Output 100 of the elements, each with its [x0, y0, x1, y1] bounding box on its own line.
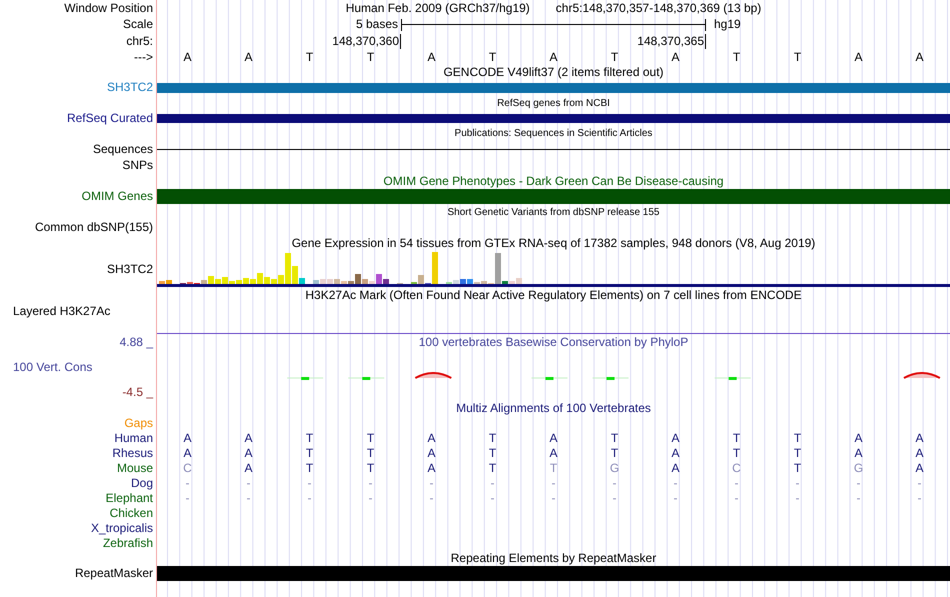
alignment-base: - — [490, 477, 496, 490]
alignment-base: A — [670, 447, 680, 460]
species-label: X_tropicalis — [90, 521, 153, 536]
track-caption: Publications: Sequences in Scientific Articles — [454, 127, 652, 141]
alignment-base: A — [670, 432, 680, 445]
alignment-base: - — [672, 492, 678, 505]
alignment-base: - — [428, 477, 434, 490]
alignment-base: T — [366, 462, 376, 475]
alignment-base: T — [488, 447, 498, 460]
species-label: Mouse — [116, 461, 153, 476]
track-caption: RefSeq genes from NCBI — [497, 96, 610, 110]
species-label: Zebrafish — [102, 536, 153, 551]
base-letter: A — [243, 50, 254, 64]
alignment-base: T — [792, 462, 802, 475]
assembly-title: Human Feb. 2009 (GRCh37/hg19) — [346, 0, 530, 16]
alignment-base: A — [670, 462, 680, 475]
track-label: Gaps — [124, 416, 153, 431]
alignment-base: - — [672, 477, 678, 490]
alignment-base: - — [550, 492, 556, 505]
base-letter: T — [732, 50, 742, 64]
scale-text: 5 bases — [356, 17, 399, 32]
alignment-base: A — [243, 462, 254, 475]
alignment-base: A — [182, 432, 192, 445]
alignment-base: T — [366, 432, 376, 445]
alignment-base: A — [182, 447, 192, 460]
alignment-base: T — [488, 432, 498, 445]
base-letter: A — [914, 50, 924, 64]
alignment-base: - — [550, 477, 556, 490]
alignment-base: C — [731, 462, 742, 475]
alignment-base: G — [608, 462, 620, 475]
alignment-base: T — [304, 447, 314, 460]
alignment-base: - — [916, 492, 922, 505]
coordinate-label: 148,370,360 — [332, 34, 401, 48]
alignment-base: A — [243, 432, 254, 445]
alignment-base: - — [428, 492, 434, 505]
strand-arrow: ---> — [134, 50, 153, 64]
alignment-base: T — [732, 447, 742, 460]
alignment-base: A — [853, 447, 864, 460]
track-caption: Multiz Alignments of 100 Vertebrates — [456, 401, 651, 416]
alignment-base: - — [856, 492, 862, 505]
alignment-base: T — [792, 432, 802, 445]
alignment-base: A — [914, 462, 924, 475]
species-label: Dog — [130, 476, 153, 491]
track-label[interactable]: SH3TC2 — [106, 80, 153, 95]
base-letter: A — [182, 50, 192, 64]
track-label[interactable]: OMIM Genes — [82, 189, 153, 204]
alignment-base: T — [732, 432, 742, 445]
alignment-base: A — [914, 432, 924, 445]
track-caption: H3K27Ac Mark (Often Found Near Active Regulatory Elements) on 7 cell lines from ENCODE — [305, 288, 802, 303]
alignment-base: - — [734, 492, 740, 505]
alignment-base: - — [246, 492, 252, 505]
base-letter: A — [426, 50, 436, 64]
track-caption: Short Genetic Variants from dbSNP release 155 — [448, 206, 660, 220]
alignment-base: T — [304, 432, 314, 445]
track-label: chr5: — [126, 34, 153, 48]
track-caption: Gene Expression in 54 tissues from GTEx RNA-seq of 17382 samples, 948 donors (V8, Aug 2019) — [292, 236, 816, 250]
species-label: Chicken — [110, 506, 153, 521]
track-caption: GENCODE V49lift37 (2 items filtered out) — [443, 65, 664, 80]
alignment-base: T — [304, 462, 314, 475]
base-letter: T — [304, 50, 314, 64]
base-letter: T — [610, 50, 620, 64]
alignment-base: - — [794, 492, 800, 505]
track-label: SH3TC2 — [106, 262, 153, 276]
track-label: Sequences — [92, 142, 153, 156]
track-label: RepeatMasker — [74, 566, 153, 581]
track-label: 100 Vert. Cons — [12, 360, 92, 375]
alignment-base: A — [853, 432, 864, 445]
alignment-base: T — [366, 447, 376, 460]
alignment-base: T — [610, 432, 620, 445]
alignment-base: - — [490, 492, 496, 505]
base-letter: A — [853, 50, 864, 64]
alignment-base: A — [426, 432, 436, 445]
coordinate-label: 148,370,365 — [637, 34, 706, 48]
alignment-base: T — [488, 462, 498, 475]
track-caption: 100 vertebrates Basewise Conservation by PhyloP — [418, 334, 688, 350]
axis-max-label: 4.88 _ — [120, 335, 153, 350]
track-label: Common dbSNP(155) — [34, 220, 153, 235]
alignment-base: C — [182, 462, 193, 475]
alignment-base: - — [306, 477, 312, 490]
gene-bar[interactable] — [157, 82, 950, 92]
alignment-base: A — [426, 462, 436, 475]
species-label: Elephant — [106, 491, 153, 506]
alignment-base: T — [792, 447, 802, 460]
alignment-base: - — [184, 492, 190, 505]
alignment-base: T — [610, 447, 620, 460]
track-label: SNPs — [122, 158, 153, 172]
species-label: Human — [114, 431, 153, 446]
alignment-base: - — [368, 492, 374, 505]
track-label[interactable]: RefSeq Curated — [66, 111, 153, 126]
alignment-base: - — [368, 477, 374, 490]
track-caption: OMIM Gene Phenotypes - Dark Green Can Be Disease-causing — [383, 174, 724, 188]
base-letter: A — [548, 50, 558, 64]
alignment-base: - — [306, 492, 312, 505]
track-label: Layered H3K27Ac — [13, 304, 110, 319]
track-caption: Repeating Elements by RepeatMasker — [450, 551, 656, 566]
alignment-base: A — [243, 447, 254, 460]
alignment-base: A — [548, 432, 558, 445]
alignment-base: A — [914, 447, 924, 460]
repeat-bar[interactable] — [157, 566, 950, 581]
alignment-base: T — [548, 462, 558, 475]
